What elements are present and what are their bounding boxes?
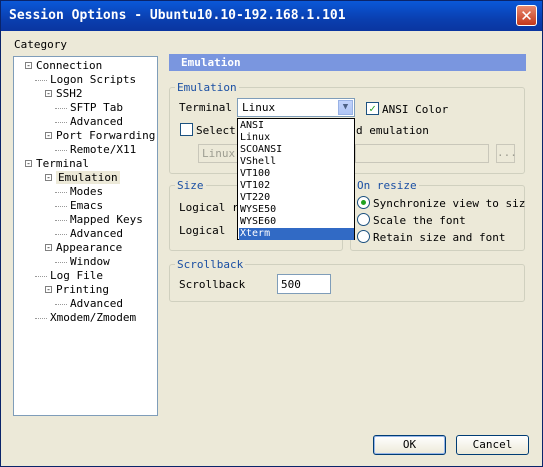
select-emulation-checkbox[interactable] — [180, 123, 193, 136]
ansi-color-label: ANSI Color — [382, 103, 449, 116]
tree-item-advanced[interactable]: Advanced — [70, 115, 123, 128]
tree-connector — [55, 122, 67, 123]
tree-item-log-file[interactable]: Log File — [50, 269, 103, 282]
dropdown-option-scoansi[interactable]: SCOANSI — [239, 144, 354, 156]
category-label: Category — [14, 38, 67, 51]
tree-item-xmodem-zmodem[interactable]: Xmodem/Zmodem — [50, 311, 136, 324]
window-title: Session Options - Ubuntu10.10-192.168.1.… — [9, 8, 346, 23]
collapse-toggle-icon[interactable]: - — [45, 90, 52, 98]
tree-item-advanced[interactable]: Advanced — [70, 297, 123, 310]
ansi-color-checkbox[interactable]: ✓ — [366, 102, 379, 115]
close-icon[interactable]: ✕ — [516, 5, 537, 26]
tree-item-terminal[interactable]: Terminal — [36, 157, 89, 170]
dropdown-option-vt102[interactable]: VT102 — [239, 180, 354, 192]
terminal-select[interactable]: Linux ▼ — [237, 98, 355, 117]
tree-item-window[interactable]: Window — [70, 255, 110, 268]
terminal-label: Terminal — [179, 101, 232, 114]
resize-option-retain-label: Retain size and font — [373, 231, 506, 244]
dropdown-option-vt100[interactable]: VT100 — [239, 168, 354, 180]
tree-item-sftp-tab[interactable]: SFTP Tab — [70, 101, 123, 114]
scrollback-label: Scrollback — [179, 278, 246, 291]
tree-connector — [35, 80, 47, 81]
tree-item-emacs[interactable]: Emacs — [70, 199, 103, 212]
scrollback-group-title: Scrollback — [175, 258, 246, 271]
tree-item-connection[interactable]: Connection — [36, 59, 102, 72]
on-resize-group-title: On resize — [355, 179, 419, 192]
dropdown-option-wyse50[interactable]: WYSE50 — [239, 204, 354, 216]
tree-item-printing[interactable]: Printing — [56, 283, 109, 296]
scrollback-input[interactable]: 500 — [277, 274, 331, 294]
resize-option-scale-label: Scale the font — [373, 214, 466, 227]
tree-item-mapped-keys[interactable]: Mapped Keys — [70, 213, 143, 226]
logical-rows-label: Logical r — [179, 201, 239, 214]
tree-item-logon-scripts[interactable]: Logon Scripts — [50, 73, 136, 86]
cancel-button[interactable]: Cancel — [456, 435, 529, 455]
collapse-toggle-icon[interactable]: - — [45, 244, 52, 252]
terminal-select-value: Linux — [242, 101, 276, 114]
tree-connector — [35, 276, 47, 277]
tree-connector — [55, 220, 67, 221]
tree-connector — [55, 206, 67, 207]
resize-option-retain-radio[interactable] — [357, 230, 370, 243]
tree-item-modes[interactable]: Modes — [70, 185, 103, 198]
logical-columns-label: Logical — [179, 224, 226, 237]
collapse-toggle-icon[interactable]: - — [45, 132, 52, 140]
collapse-toggle-icon[interactable]: - — [25, 62, 32, 70]
dropdown-option-xterm[interactable]: Xterm — [239, 228, 354, 240]
tree-connector — [55, 192, 67, 193]
dropdown-option-linux[interactable]: Linux — [239, 132, 354, 144]
chevron-down-icon[interactable]: ▼ — [338, 100, 353, 115]
resize-option-scale-radio[interactable] — [357, 213, 370, 226]
tree-item-advanced[interactable]: Advanced — [70, 227, 123, 240]
scrollback-value: 500 — [281, 278, 301, 291]
select-emulation-label: Select — [196, 124, 236, 137]
tree-item-port-forwarding[interactable]: Port Forwarding — [56, 129, 155, 142]
collapse-toggle-icon[interactable]: - — [45, 174, 52, 182]
resize-option-synchronize-label: Synchronize view to siz — [373, 197, 526, 210]
radio-selected-dot — [361, 200, 366, 205]
emulation-disabled-value: Linux — [202, 147, 236, 160]
title-bar[interactable]: Session Options - Ubuntu10.10-192.168.1.… — [1, 1, 542, 31]
dropdown-option-vt220[interactable]: VT220 — [239, 192, 354, 204]
tree-connector — [35, 318, 47, 319]
size-group-title: Size — [175, 179, 206, 192]
emulation-group-title: Emulation — [175, 81, 239, 94]
emulation-disabled-field: Linux — [198, 144, 238, 163]
tree-connector — [55, 262, 67, 263]
panel-header: Emulation — [169, 54, 526, 71]
session-options-window: Session Options - Ubuntu10.10-192.168.1.… — [0, 0, 543, 467]
resize-option-synchronize-radio[interactable] — [357, 196, 370, 209]
dropdown-option-vshell[interactable]: VShell — [239, 156, 354, 168]
tree-item-emulation[interactable]: Emulation — [56, 171, 120, 184]
browse-button[interactable]: ... — [496, 144, 517, 163]
dropdown-option-ansi[interactable]: ANSI — [239, 120, 354, 132]
terminal-dropdown-list[interactable]: ANSI Linux SCOANSI VShell VT100 VT102 VT220 WYS… — [237, 118, 355, 240]
collapse-toggle-icon[interactable]: - — [25, 160, 32, 168]
collapse-toggle-icon[interactable]: - — [45, 286, 52, 294]
select-emulation-label-suffix: d emulation — [356, 124, 429, 137]
tree-item-remote-x11[interactable]: Remote/X11 — [70, 143, 136, 156]
tree-connector — [55, 304, 67, 305]
ok-button[interactable]: OK — [373, 435, 446, 455]
category-tree[interactable]: - Connection Logon Scripts - SSH2 SFTP Tab Adv… — [13, 56, 158, 416]
tree-connector — [55, 234, 67, 235]
tree-item-appearance[interactable]: Appearance — [56, 241, 122, 254]
tree-connector — [55, 150, 67, 151]
emulation-disabled-field-2 — [355, 144, 489, 163]
dropdown-option-wyse60[interactable]: WYSE60 — [239, 216, 354, 228]
tree-connector — [55, 108, 67, 109]
tree-item-ssh2[interactable]: SSH2 — [56, 87, 83, 100]
